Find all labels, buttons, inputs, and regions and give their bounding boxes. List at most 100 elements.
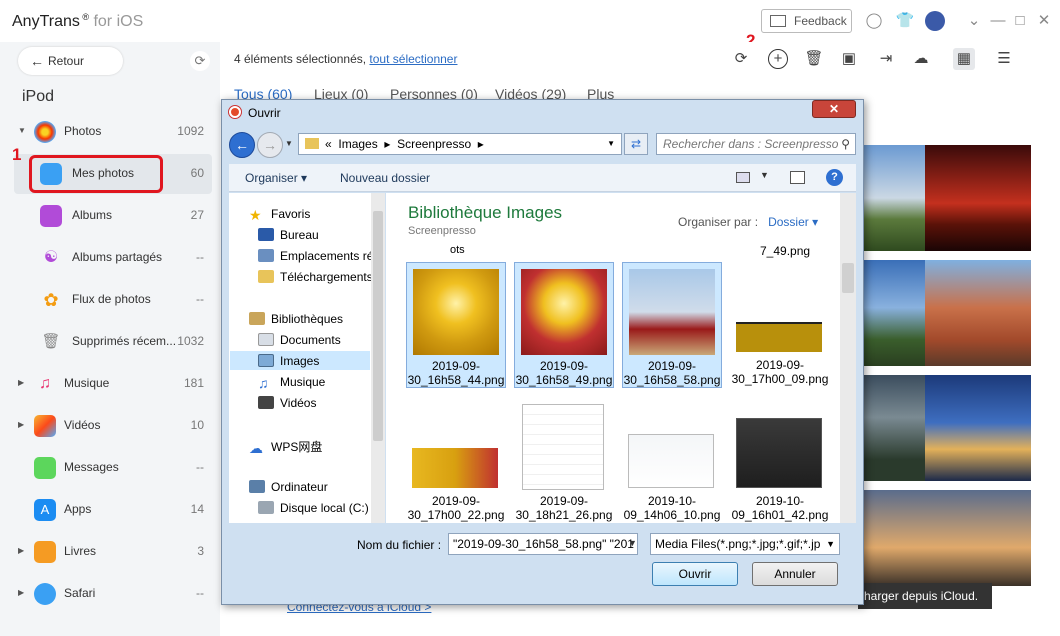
new-folder-button[interactable]: Nouveau dossier (340, 171, 430, 185)
refresh-icon[interactable]: ⇄ (624, 133, 648, 155)
sidebar-item-label: Apps (64, 502, 92, 516)
select-all-link[interactable]: tout sélectionner (369, 52, 457, 66)
chevron-down-icon[interactable]: ▼ (760, 170, 769, 180)
nav-downloads[interactable]: Téléchargements (258, 270, 373, 284)
file-name: 2019-09-30_16h58_44.png (407, 359, 505, 387)
cloud-icon: ☁ (249, 440, 263, 456)
expand-triangle-icon[interactable]: ▶ (18, 546, 24, 555)
disk-icon (258, 501, 274, 514)
avatar[interactable] (925, 11, 945, 31)
trash-icon: 🗑 (41, 333, 61, 350)
nav-images[interactable]: Images (258, 354, 319, 368)
back-button[interactable]: ← Retour (18, 47, 123, 75)
nav-scrollbar[interactable] (371, 193, 385, 523)
chevron-down-icon[interactable]: ▼ (607, 134, 615, 154)
nav-computer[interactable]: Ordinateur (249, 480, 328, 494)
filename-field[interactable]: "2019-09-30_16h58_58.png" "201 (448, 533, 638, 555)
app-title: AnyTrans ® for iOS (12, 12, 144, 30)
preview-pane-icon[interactable] (790, 171, 805, 184)
file-item[interactable]: 2019-09-30_17h00_22.png (406, 398, 506, 524)
address-bar[interactable]: « Images ▸ Screenpresso ▸ ▼ (298, 133, 622, 155)
sidebar-item-videos[interactable]: ▶ Vidéos 10 (14, 406, 212, 446)
forward-arrow-icon[interactable]: → (257, 132, 283, 158)
nav-videos[interactable]: Vidéos (258, 396, 316, 410)
nav-libraries[interactable]: Bibliothèques (249, 312, 343, 326)
feedback-button[interactable]: Feedback (761, 9, 852, 33)
send-to-device-icon[interactable]: ▣ (838, 48, 860, 70)
sidebar-item-shared-albums[interactable]: ☯ Albums partagés -- (14, 238, 212, 278)
maximize-icon[interactable]: □ (1010, 11, 1030, 31)
chevron-down-icon[interactable]: ▼ (628, 538, 637, 548)
content-scrollbar[interactable] (840, 193, 856, 523)
photo-thumbnail[interactable] (925, 490, 1031, 586)
export-icon[interactable]: ⇥ (875, 48, 897, 70)
file-item[interactable]: 2019-10-09_14h06_10.png (622, 398, 722, 524)
cancel-button[interactable]: Annuler (752, 562, 838, 586)
scrollbar-thumb[interactable] (373, 211, 383, 441)
shirt-icon[interactable]: 👕 (895, 11, 915, 31)
sidebar-item-albums[interactable]: Albums 27 (14, 196, 212, 236)
refresh-icon[interactable]: ⟳ (730, 48, 752, 70)
organize-button[interactable]: Organiser ▾ (245, 171, 307, 185)
cloud-upload-icon[interactable]: ☁ (910, 48, 932, 70)
sidebar-item-apps[interactable]: A Apps 14 (14, 490, 212, 530)
search-input[interactable]: Rechercher dans : Screenpresso ⚲ (656, 133, 856, 155)
file-item[interactable]: 2019-09-30_16h58_49.png (514, 262, 614, 388)
add-icon[interactable]: + (768, 49, 788, 69)
file-item[interactable]: 2019-09-30_17h00_09.png (730, 262, 830, 388)
photo-thumbnail[interactable] (925, 375, 1031, 481)
sidebar-item-photos[interactable]: ▼ Photos 1092 (14, 112, 212, 152)
photo-thumbnail[interactable] (925, 145, 1031, 251)
nav-local-disk[interactable]: Disque local (C:) (258, 501, 369, 515)
photo-thumbnail[interactable] (925, 260, 1031, 366)
trash-icon[interactable]: 🗑 (803, 48, 825, 70)
library-subtitle: Screenpresso (408, 225, 476, 237)
nav-wps-drive[interactable]: ☁ WPS网盘 (249, 438, 322, 455)
nav-favorites[interactable]: ★ Favoris (249, 207, 310, 222)
minimize-icon[interactable]: — (988, 11, 1008, 31)
file-thumbnail (522, 404, 604, 490)
search-icon[interactable]: ◯ (864, 11, 884, 31)
music-icon: ♫ (258, 375, 269, 391)
nav-documents[interactable]: Documents (258, 333, 341, 347)
expand-triangle-icon[interactable]: ▶ (18, 378, 24, 387)
file-item[interactable]: 2019-10-09_16h01_42.png (730, 398, 830, 524)
sidebar-item-messages[interactable]: Messages -- (14, 448, 212, 488)
breadcrumb-item[interactable]: Screenpresso (397, 137, 471, 151)
file-item[interactable]: 2019-09-30_16h58_58.png (622, 262, 722, 388)
nav-desktop[interactable]: Bureau (258, 228, 319, 242)
libraries-icon (249, 312, 265, 325)
sidebar-item-recently-deleted[interactable]: 🗑 Supprimés récem... 1032 (14, 322, 212, 362)
sidebar-item-safari[interactable]: ▶ Safari -- (14, 574, 212, 614)
arrange-by: Organiser par : Dossier ▾ (678, 215, 819, 229)
sidebar-item-photo-stream[interactable]: ✿ Flux de photos -- (14, 280, 212, 320)
selection-status: 4 éléments sélectionnés, tout sélectionn… (234, 52, 458, 66)
sidebar-item-music[interactable]: ▶ ♫ Musique 181 (14, 364, 212, 404)
sidebar-item-count: 27 (190, 208, 204, 222)
expand-triangle-icon[interactable]: ▶ (18, 420, 24, 429)
sidebar-item-books[interactable]: ▶ Livres 3 (14, 532, 212, 572)
sidebar-item-label: Livres (64, 544, 97, 558)
arrange-dropdown[interactable]: Dossier ▾ (768, 215, 818, 229)
close-icon[interactable]: ✕ (1034, 11, 1054, 31)
expand-triangle-icon[interactable]: ▶ (18, 588, 24, 597)
file-item[interactable]: 2019-09-30_16h58_44.png (406, 262, 506, 388)
grid-view-icon[interactable]: ▦ (953, 48, 975, 70)
back-arrow-icon[interactable]: ← (229, 132, 255, 158)
filetype-select[interactable]: Media Files(*.png;*.jpg;*.gif;*.jp ▼ (650, 533, 840, 555)
breadcrumb-item[interactable]: Images (338, 137, 377, 151)
list-view-icon[interactable]: ☰ (993, 48, 1015, 70)
chevron-down-icon[interactable]: ⌄ (964, 11, 984, 31)
help-icon[interactable]: ? (826, 169, 843, 186)
expand-triangle-icon[interactable]: ▼ (18, 126, 26, 135)
view-icon[interactable] (736, 172, 750, 183)
close-icon[interactable]: ✕ (812, 100, 856, 118)
open-button[interactable]: Ouvrir (652, 562, 738, 586)
nav-recent-places[interactable]: Emplacements ré (258, 249, 373, 263)
nav-music[interactable]: ♫ Musique (258, 375, 325, 390)
scrollbar-thumb[interactable] (842, 263, 854, 293)
file-item[interactable]: 2019-09-30_18h21_26.png (514, 398, 614, 524)
refresh-icon[interactable]: ⟳ (190, 51, 210, 71)
history-dropdown-icon[interactable]: ▼ (285, 139, 293, 148)
sidebar-item-count: 60 (190, 166, 204, 180)
